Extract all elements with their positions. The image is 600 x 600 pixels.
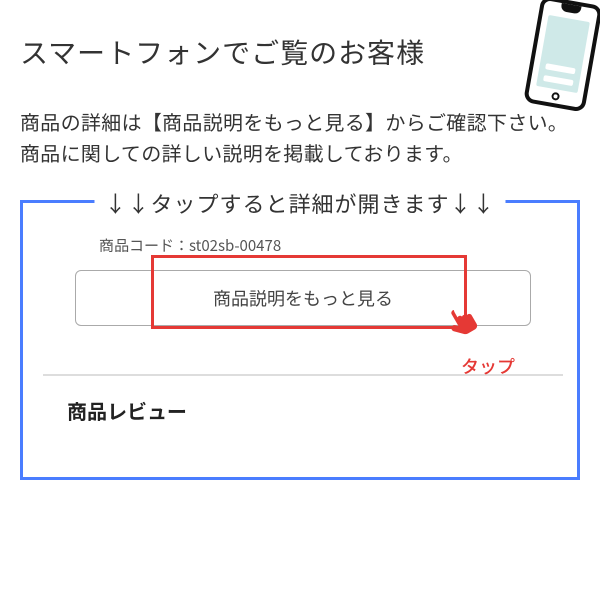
pointer-hand-icon xyxy=(441,303,485,347)
product-code-row: 商品コード：st02sb-00478 xyxy=(99,235,563,256)
page-title: スマートフォンでご覧のお客様 xyxy=(20,32,425,72)
instruction-line-2: 商品に関しての詳しい説明を掲載しております。 xyxy=(20,137,580,168)
smartphone-icon xyxy=(523,0,600,113)
instruction-text: 商品の詳細は【商品説明をもっと見る】からご確認下さい。 商品に関しての詳しい説明… xyxy=(20,106,580,168)
tap-instruction-frame: ↓↓タップすると詳細が開きます↓↓ 商品コード：st02sb-00478 商品説… xyxy=(20,200,580,480)
tap-instruction-label: ↓↓タップすると詳細が開きます↓↓ xyxy=(94,187,505,219)
product-code-label: 商品コード： xyxy=(99,235,189,256)
example-screenshot: 商品コード：st02sb-00478 商品説明をもっと見る 商品レビュー xyxy=(43,225,563,425)
product-code-value: st02sb-00478 xyxy=(189,235,281,256)
instruction-line-1: 商品の詳細は【商品説明をもっと見る】からご確認下さい。 xyxy=(20,106,580,137)
review-heading: 商品レビュー xyxy=(67,396,563,425)
more-description-button-label: 商品説明をもっと見る xyxy=(213,285,393,311)
tap-label: タップ xyxy=(461,353,515,379)
